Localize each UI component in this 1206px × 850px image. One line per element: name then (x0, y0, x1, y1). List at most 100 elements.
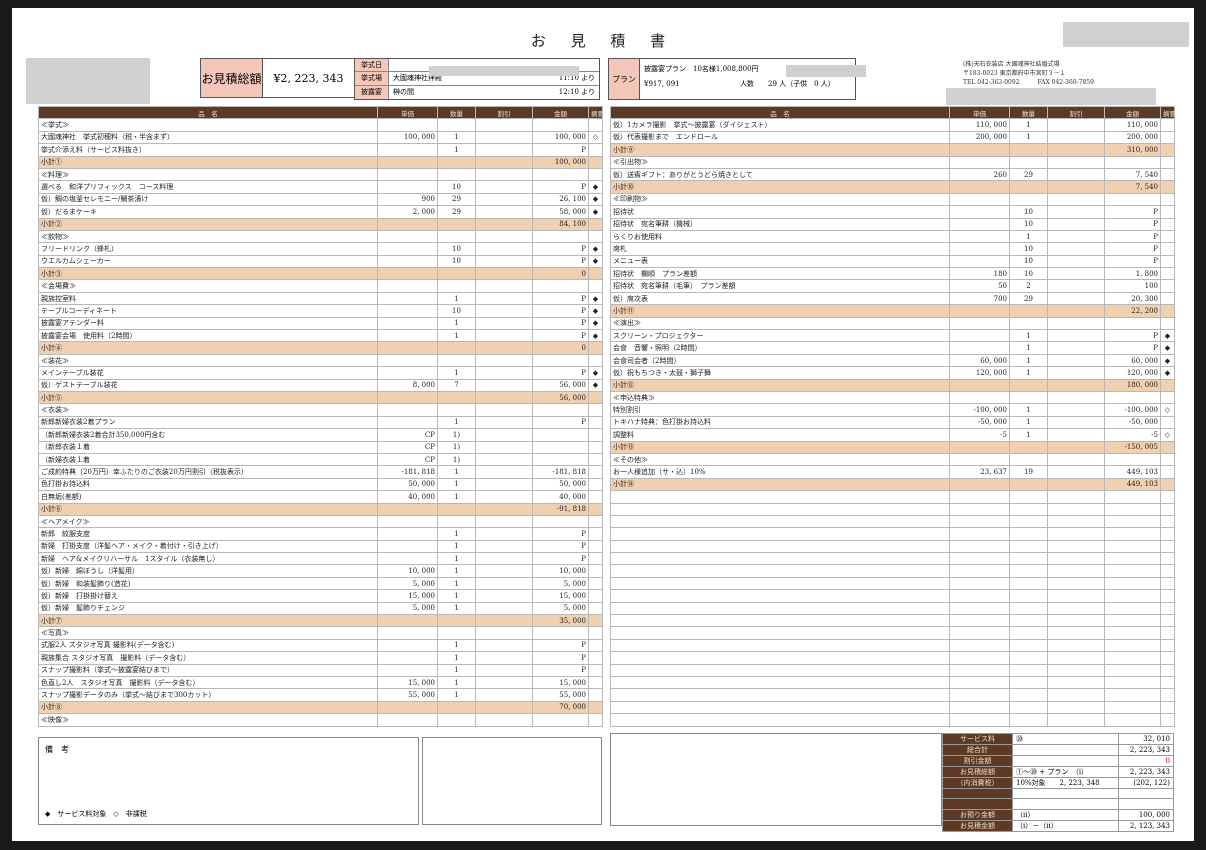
subtotal-row: 小計⑩ 7, 540 (610, 180, 1175, 194)
table-cell (1047, 663, 1105, 677)
table-cell (610, 490, 950, 504)
table-cell: 大國魂神社 挙式初穂料（税・半含まず） (38, 130, 378, 145)
table-cell: 1 (437, 527, 476, 541)
table-cell: ◆ (588, 192, 603, 207)
table-cell: 1 (437, 465, 476, 479)
table-cell (1160, 700, 1175, 715)
table-cell (588, 675, 603, 690)
table-cell (1104, 514, 1161, 529)
table-cell: ≪装花≫ (38, 353, 378, 368)
table-cell (475, 663, 533, 677)
table-cell (588, 390, 603, 405)
subtotal-row: 小計① 100, 000 (38, 155, 603, 169)
table-cell (1160, 167, 1175, 182)
table-cell (1047, 490, 1105, 504)
table-cell (610, 589, 950, 603)
totals-row: お預り金額 （ii） 100, 000 (942, 808, 1175, 821)
table-cell: 120, 000 (949, 366, 1010, 380)
table-row: 新婦 ヘア&メイクリハーサル 1スタイル（衣装無し） 1 P (38, 552, 603, 566)
table-cell: 26, 100 (532, 192, 589, 207)
table-row: ≪会場費≫ (38, 279, 603, 293)
table-cell: 1) (437, 428, 476, 442)
table-cell (1047, 217, 1105, 231)
subtotal-row: 小計⑥ -91, 818 (38, 502, 603, 516)
table-cell: 1 (1009, 428, 1048, 442)
table-row: 招待状 宛名筆耕（毛筆） プラン差額 50 2 100 (610, 279, 1175, 293)
table-cell: P (532, 143, 589, 157)
table-row: ≪ヘアメイク≫ (38, 514, 603, 529)
table-cell: 披露宴アテンダー料 (38, 316, 378, 331)
table-row: 親族集合 スタジオ写真 撮影料（データ含む） 1 P (38, 651, 603, 665)
table-cell: 仮）ゲストテーブル装花 (38, 378, 378, 393)
totals-value (1117, 798, 1175, 810)
table-cell (1160, 477, 1175, 492)
table-cell (1104, 539, 1161, 554)
table-cell (1160, 613, 1175, 628)
table-row: 会食 音響・照明（2時間） 1 P ◆ (610, 341, 1175, 355)
table-cell: 挙式介添え料（サービス料抜き） (38, 143, 378, 157)
table-cell: -100, 000 (1104, 403, 1161, 417)
table-cell (610, 514, 950, 529)
table-cell (588, 440, 603, 454)
table-cell: 7, 540 (1104, 167, 1161, 182)
table-cell (949, 576, 1010, 591)
table-cell: 29 (437, 192, 476, 207)
subtotal-row: 小計⑭ 449, 103 (610, 477, 1175, 492)
table-cell: 1 (437, 291, 476, 306)
table-cell: ◆ (588, 329, 603, 343)
table-cell (475, 143, 533, 157)
redacted-block (26, 58, 150, 104)
table-cell: 900 (377, 192, 438, 207)
table-cell: 15, 000 (532, 675, 589, 690)
table-cell (437, 514, 476, 529)
table-cell (1009, 527, 1048, 541)
table-cell: ≪映像≫ (38, 713, 378, 727)
empty-row (610, 663, 1175, 677)
table-cell: ◆ (588, 378, 603, 393)
table-cell: 58, 000 (532, 205, 589, 219)
table-row: ≪その他≫ (610, 452, 1175, 467)
table-cell (1047, 155, 1105, 169)
table-cell: 5, 000 (377, 601, 438, 616)
table-cell (377, 613, 438, 628)
remarks-footnote: ◆ サービス料対象 ◇ 非課税 (45, 810, 147, 818)
plan-count-label: 人数 (740, 80, 754, 88)
table-cell (610, 713, 950, 727)
table-cell: 1 (437, 688, 476, 702)
table-cell: ≪料理≫ (38, 167, 378, 182)
table-cell (437, 700, 476, 715)
empty-row (610, 626, 1175, 640)
table-cell: （新郎新婦衣装2着合計350,000円含む (38, 428, 378, 442)
table-header: 品 名単価数量割引金額摘要 (38, 105, 603, 120)
page-title: お 見 積 書 (530, 32, 676, 50)
table-cell (1047, 638, 1105, 653)
table-cell: -181, 818 (377, 465, 438, 479)
table-row: ウエルカムシェーカー 10 P ◆ (38, 254, 603, 269)
table-cell (1047, 713, 1105, 727)
table-cell (532, 167, 589, 182)
table-cell (1047, 514, 1105, 529)
table-cell (588, 353, 603, 368)
table-cell (1047, 539, 1105, 554)
table-cell: 449, 103 (1104, 477, 1161, 492)
table-cell (377, 291, 438, 306)
table-cell: ≪挙式≫ (38, 118, 378, 132)
company-info: (株)天石衣装店 大國魂神社結婚式場 〒183-0023 東京都府中市宮町３－１… (963, 60, 1094, 87)
table-cell (1047, 167, 1105, 182)
table-cell (949, 242, 1010, 256)
table-cell (377, 180, 438, 194)
totals-label: サービス料 (942, 733, 1013, 745)
table-cell: ≪演出≫ (610, 316, 950, 331)
table-cell: 親族集合 スタジオ写真 撮影料（データ含む） (38, 651, 378, 665)
table-cell: P (532, 242, 589, 256)
table-cell (588, 713, 603, 727)
table-cell: 小計⑧ (38, 700, 378, 715)
table-cell (588, 539, 603, 554)
table-cell: 1 (1009, 329, 1048, 343)
table-cell (1009, 155, 1048, 169)
subtotal-row: 小計⑪ 22, 200 (610, 304, 1175, 318)
table-cell: 2 (1009, 279, 1048, 293)
table-cell: CP (377, 440, 438, 454)
table-cell (437, 155, 476, 169)
redacted-block (946, 88, 1156, 105)
